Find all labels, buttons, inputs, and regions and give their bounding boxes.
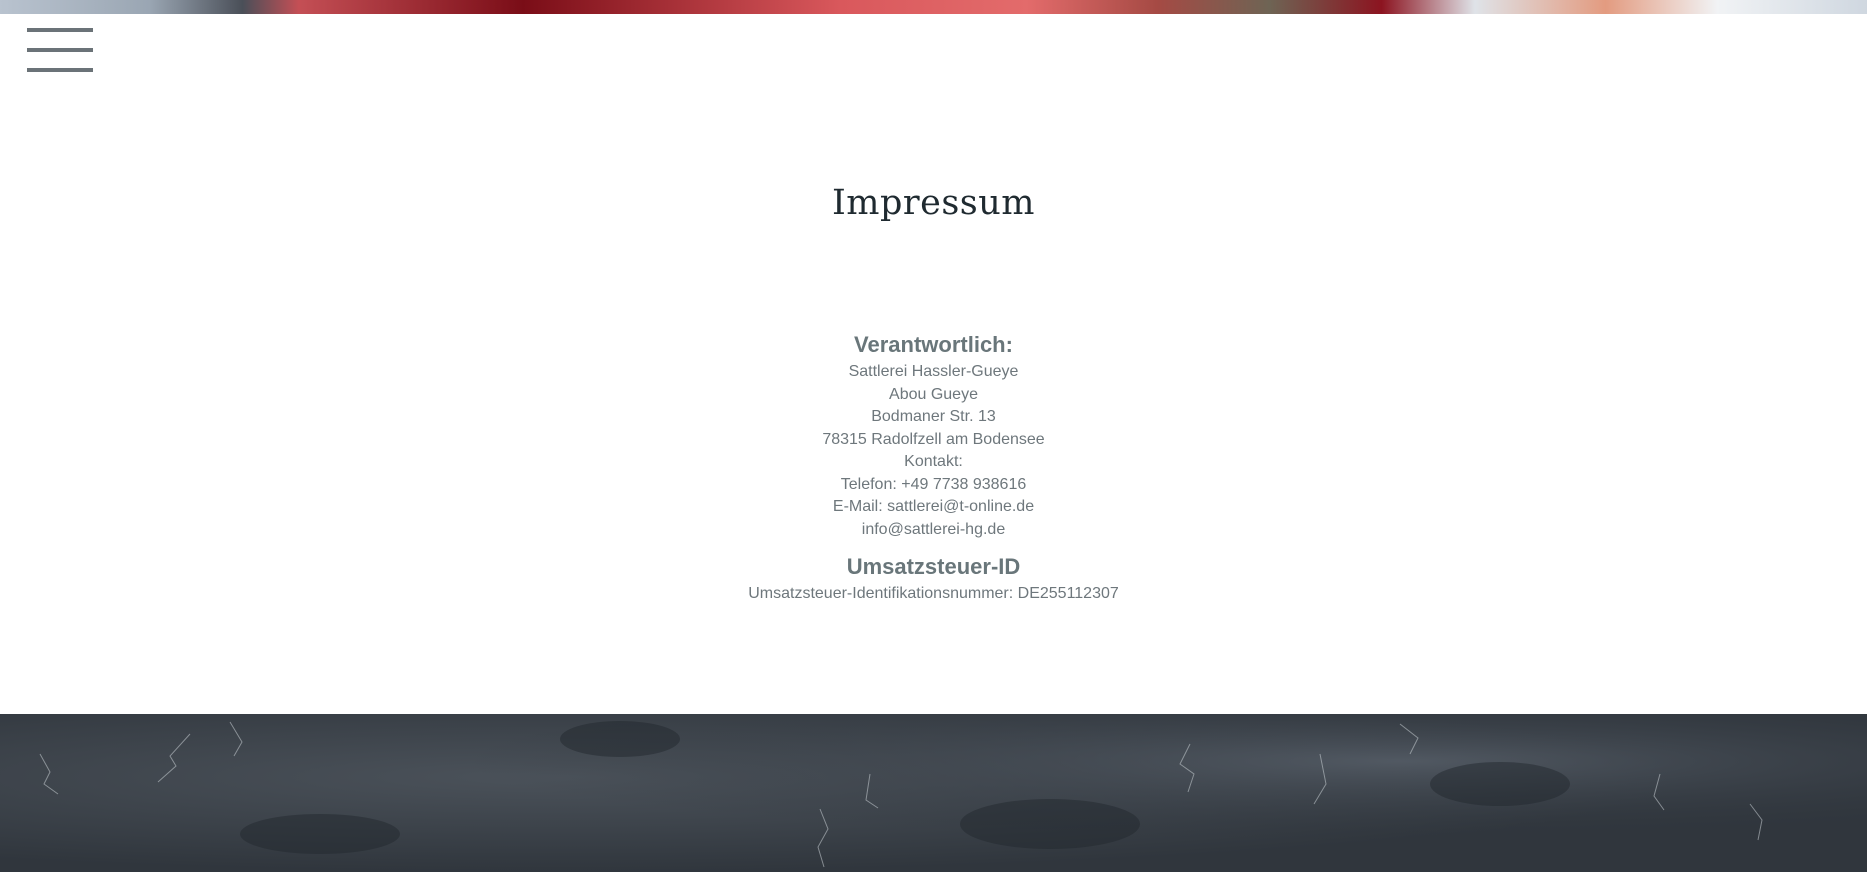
hero-image xyxy=(0,0,1867,14)
menu-bar-bottom xyxy=(27,68,93,72)
responsible-heading: Verantwortlich: xyxy=(854,332,1013,357)
tax-heading: Umsatzsteuer-ID xyxy=(846,554,1021,579)
hamburger-menu-icon[interactable] xyxy=(27,28,93,76)
menu-bar-top xyxy=(27,28,93,32)
footer-background xyxy=(0,714,1867,872)
contact-label: Kontakt: xyxy=(904,453,963,470)
phone-number: Telefon: +49 7738 938616 xyxy=(840,475,1027,493)
page: Impressum Verantwortlich: Sattlerei Hass… xyxy=(0,0,1867,872)
city-address: 78315 Radolfzell am Bodensee xyxy=(822,430,1045,448)
impressum-content: Verantwortlich: Sattlerei Hassler-Gueye … xyxy=(0,329,1867,606)
email-address-secondary: info@sattlerei-hg.de xyxy=(861,520,1006,538)
owner-name: Abou Gueye xyxy=(889,385,978,403)
email-address: E-Mail: sattlerei@t-online.de xyxy=(832,498,1035,515)
tax-id: Umsatzsteuer-Identifikationsnummer: DE25… xyxy=(748,585,1119,602)
menu-bar-middle xyxy=(27,48,93,52)
street-address: Bodmaner Str. 13 xyxy=(871,408,996,425)
company-name: Sattlerei Hassler-Gueye xyxy=(848,363,1019,380)
page-title: Impressum xyxy=(831,183,1035,223)
